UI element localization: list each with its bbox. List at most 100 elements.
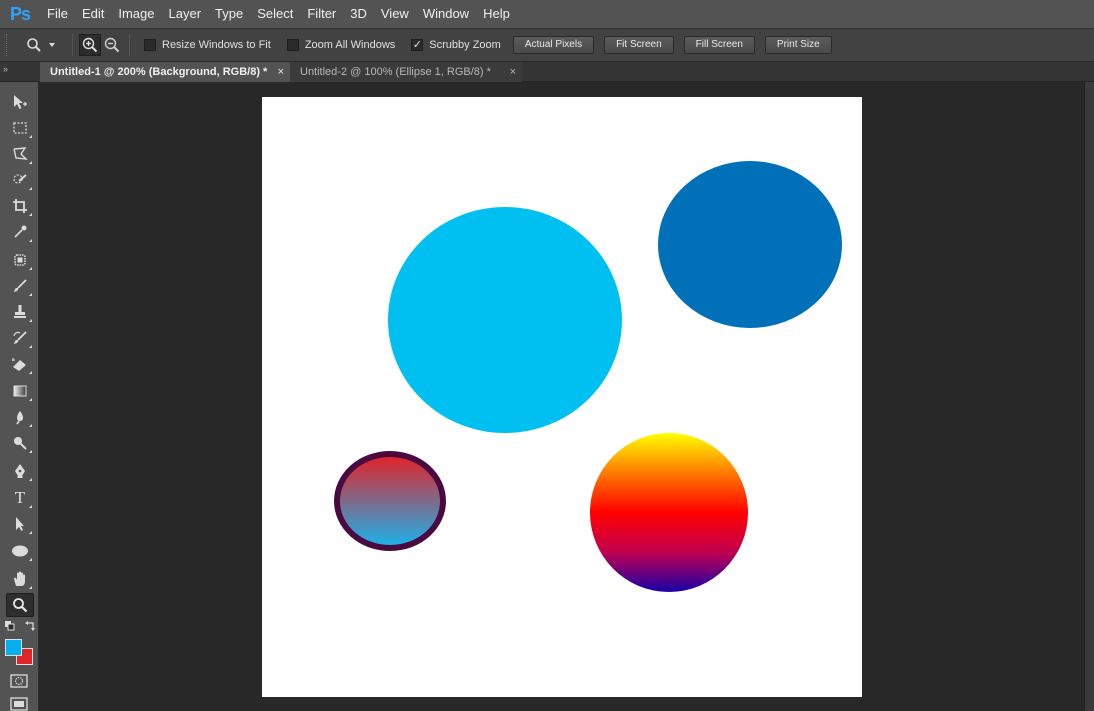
fit-screen-button[interactable]: Fit Screen bbox=[604, 36, 674, 54]
document-canvas[interactable] bbox=[262, 97, 862, 697]
tool-flyout-indicator bbox=[29, 267, 32, 270]
menu-3d[interactable]: 3D bbox=[343, 0, 374, 28]
tool-flyout-indicator bbox=[29, 161, 32, 164]
eraser-tool-button[interactable] bbox=[6, 352, 34, 376]
checkbox-label: Zoom All Windows bbox=[304, 39, 396, 51]
panel-dock-edge bbox=[1084, 82, 1094, 711]
checkbox-box-checked[interactable]: ✓ bbox=[411, 39, 424, 51]
chevron-down-icon bbox=[49, 43, 55, 47]
polygonal-lasso-icon bbox=[13, 147, 28, 160]
checkbox-box[interactable] bbox=[144, 39, 156, 51]
marquee-tool-button[interactable] bbox=[6, 116, 34, 140]
options-bar: Resize Windows to Fit Zoom All Windows ✓… bbox=[0, 28, 1094, 62]
menu-help[interactable]: Help bbox=[476, 0, 517, 28]
history-brush-icon bbox=[13, 331, 27, 344]
tool-flyout-indicator bbox=[29, 558, 32, 561]
panel-collapse-icon[interactable]: » bbox=[3, 64, 8, 74]
spectrum-gradient-circle[interactable] bbox=[590, 433, 748, 592]
menu-window[interactable]: Window bbox=[416, 0, 476, 28]
ellipse-tool-button[interactable] bbox=[6, 539, 34, 563]
zoom-icon bbox=[27, 38, 41, 52]
tool-flyout-indicator bbox=[29, 531, 32, 534]
eraser-icon bbox=[12, 358, 26, 371]
zoom-out-button[interactable] bbox=[101, 34, 123, 56]
tool-flyout-indicator bbox=[29, 586, 32, 589]
dodge-icon bbox=[14, 437, 27, 450]
quick-selection-tool-button[interactable] bbox=[6, 168, 34, 192]
path-selection-icon bbox=[16, 517, 24, 531]
eyedropper-icon bbox=[14, 225, 27, 238]
pen-tool-button[interactable] bbox=[6, 459, 34, 483]
divider bbox=[129, 34, 130, 56]
tool-flyout-indicator bbox=[29, 319, 32, 322]
tool-flyout-indicator bbox=[29, 293, 32, 296]
tab-untitled-1[interactable]: Untitled-1 @ 200% (Background, RGB/8) * … bbox=[40, 62, 290, 82]
ellipse-icon bbox=[12, 545, 28, 557]
options-grip[interactable] bbox=[6, 34, 12, 56]
type-icon: T bbox=[14, 488, 26, 507]
menu-filter[interactable]: Filter bbox=[300, 0, 343, 28]
tool-flyout-indicator bbox=[29, 239, 32, 242]
rectangular-marquee-icon bbox=[13, 122, 27, 134]
tab-untitled-2[interactable]: Untitled-2 @ 100% (Ellipse 1, RGB/8) * × bbox=[290, 62, 522, 82]
hand-tool-button[interactable] bbox=[6, 567, 34, 591]
actual-pixels-button[interactable]: Actual Pixels bbox=[512, 36, 595, 54]
menu-select[interactable]: Select bbox=[250, 0, 300, 28]
blur-tool-button[interactable] bbox=[6, 405, 34, 429]
history-brush-tool-button[interactable] bbox=[6, 326, 34, 350]
tools-panel: T bbox=[0, 82, 39, 711]
quick-mask-icon[interactable] bbox=[10, 674, 28, 688]
zoom-in-icon bbox=[82, 37, 98, 53]
tool-flyout-indicator bbox=[29, 213, 32, 216]
menu-layer[interactable]: Layer bbox=[162, 0, 209, 28]
resize-windows-checkbox[interactable]: Resize Windows to Fit bbox=[144, 39, 271, 51]
clone-stamp-tool-button[interactable] bbox=[6, 300, 34, 324]
dodge-tool-button[interactable] bbox=[6, 431, 34, 455]
lasso-tool-button[interactable] bbox=[6, 142, 34, 166]
checkbox-box[interactable] bbox=[286, 39, 299, 51]
default-colors-icon[interactable] bbox=[4, 620, 36, 632]
tool-flyout-indicator bbox=[29, 135, 32, 138]
fill-screen-button[interactable]: Fill Screen bbox=[683, 36, 755, 54]
crop-icon bbox=[13, 199, 27, 213]
menu-view[interactable]: View bbox=[374, 0, 416, 28]
hand-icon bbox=[14, 571, 25, 586]
divider bbox=[72, 34, 73, 56]
healing-brush-tool-button[interactable] bbox=[6, 248, 34, 272]
checkbox-label: Scrubby Zoom bbox=[429, 39, 501, 51]
quick-selection-icon bbox=[13, 174, 27, 184]
close-icon[interactable]: × bbox=[510, 62, 516, 82]
gradient-tool-button[interactable] bbox=[6, 379, 34, 403]
close-icon[interactable]: × bbox=[278, 62, 284, 82]
path-selection-tool-button[interactable] bbox=[6, 512, 34, 536]
tab-title: Untitled-1 @ 200% (Background, RGB/8) * bbox=[50, 66, 268, 78]
zoom-tool-button[interactable] bbox=[6, 593, 34, 617]
zoom-icon bbox=[13, 598, 28, 613]
gradient-ellipse-with-stroke[interactable] bbox=[334, 451, 446, 551]
brush-tool-button[interactable] bbox=[6, 274, 34, 298]
menu-type[interactable]: Type bbox=[208, 0, 250, 28]
screen-mode-icon[interactable] bbox=[10, 697, 28, 711]
zoom-all-windows-checkbox[interactable]: Zoom All Windows bbox=[286, 39, 396, 51]
zoom-in-button[interactable] bbox=[79, 34, 101, 56]
tool-flyout-indicator bbox=[29, 478, 32, 481]
move-icon bbox=[14, 95, 27, 109]
foreground-color-swatch[interactable] bbox=[5, 639, 22, 656]
print-size-button[interactable]: Print Size bbox=[764, 36, 832, 54]
crop-tool-button[interactable] bbox=[6, 194, 34, 218]
move-tool-button[interactable] bbox=[6, 90, 34, 114]
tool-preset-picker[interactable] bbox=[26, 37, 66, 53]
menu-edit[interactable]: Edit bbox=[75, 0, 111, 28]
tool-flyout-indicator bbox=[29, 345, 32, 348]
gradient-icon bbox=[13, 385, 27, 397]
blue-ellipse-shape[interactable] bbox=[658, 161, 842, 328]
type-tool-button[interactable]: T bbox=[6, 486, 34, 510]
tab-title: Untitled-2 @ 100% (Ellipse 1, RGB/8) * bbox=[300, 66, 491, 78]
tool-flyout-indicator bbox=[29, 450, 32, 453]
menu-file[interactable]: File bbox=[40, 0, 75, 28]
document-tab-strip: » Untitled-1 @ 200% (Background, RGB/8) … bbox=[0, 62, 1094, 82]
eyedropper-tool-button[interactable] bbox=[6, 220, 34, 244]
scrubby-zoom-checkbox[interactable]: ✓ Scrubby Zoom bbox=[411, 39, 501, 51]
menu-image[interactable]: Image bbox=[111, 0, 161, 28]
cyan-circle-shape[interactable] bbox=[388, 207, 622, 433]
